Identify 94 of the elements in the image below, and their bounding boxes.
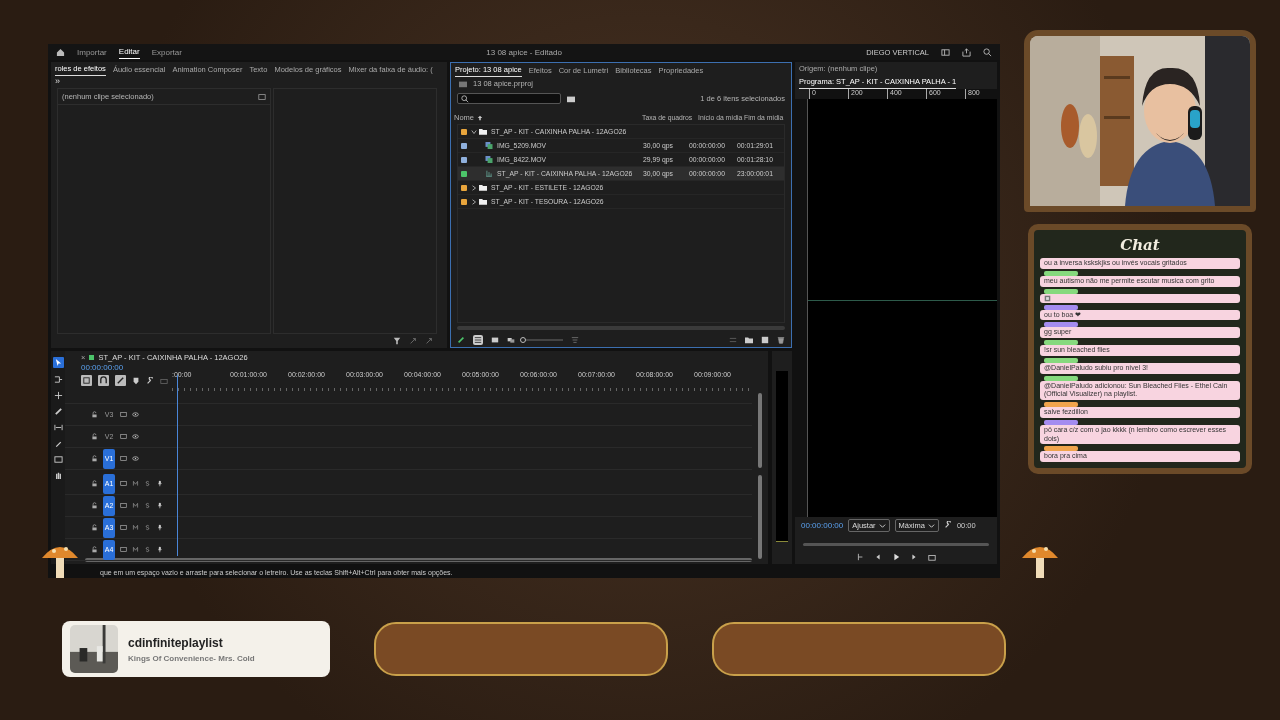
rectangle-icon[interactable] — [53, 455, 63, 464]
hand-icon[interactable] — [53, 471, 63, 480]
microphone-icon[interactable] — [156, 524, 163, 531]
export-frame-icon[interactable] — [928, 553, 936, 561]
search-field[interactable] — [457, 93, 561, 104]
chat-title: Chat — [1120, 236, 1160, 254]
scrollbar[interactable] — [85, 558, 752, 562]
disclosure-icon[interactable] — [471, 198, 477, 205]
mute-icon[interactable] — [132, 546, 139, 553]
new-item-icon[interactable] — [761, 336, 769, 344]
sync-lock-icon[interactable] — [120, 411, 127, 418]
track-select-icon[interactable] — [53, 375, 63, 384]
slider-thumb[interactable] — [520, 337, 526, 343]
sequence-icon — [485, 170, 493, 177]
sync-lock-icon[interactable] — [120, 524, 127, 531]
sync-lock-icon[interactable] — [120, 546, 127, 553]
snap-icon[interactable] — [98, 375, 109, 386]
solo-icon[interactable] — [144, 502, 151, 509]
lock-icon[interactable] — [91, 524, 98, 531]
emote-icon — [1044, 294, 1051, 302]
search-icon — [461, 94, 469, 103]
mute-icon[interactable] — [132, 524, 139, 531]
lock-icon[interactable] — [91, 455, 98, 462]
solo-icon[interactable] — [144, 546, 151, 553]
nest-icon[interactable] — [81, 375, 92, 386]
microphone-icon[interactable] — [156, 546, 163, 553]
export-icon[interactable] — [409, 337, 417, 345]
folder-icon[interactable] — [745, 336, 753, 344]
eye-icon[interactable] — [132, 455, 139, 462]
microphone-icon[interactable] — [156, 480, 163, 487]
video-clip-icon — [485, 142, 493, 149]
timecode[interactable]: 00:00:00:00 — [801, 520, 844, 530]
workspace-tab[interactable]: Importar — [77, 45, 107, 59]
list-view-icon[interactable] — [473, 335, 483, 345]
sort-icon[interactable] — [571, 336, 579, 344]
project-file-icon — [459, 79, 467, 88]
timecode[interactable]: 00:00:00:00 — [81, 363, 172, 372]
play-icon[interactable] — [892, 553, 900, 561]
microphone-icon[interactable] — [156, 502, 163, 509]
lock-icon[interactable] — [91, 480, 98, 487]
icon-view-icon[interactable] — [491, 336, 499, 344]
scrollbar[interactable] — [758, 393, 762, 468]
workspace-tab[interactable]: Editar — [118, 45, 140, 59]
step-back-icon[interactable] — [874, 553, 882, 561]
mute-icon[interactable] — [132, 502, 139, 509]
playlist-name: cdinfiniteplaylist — [128, 635, 224, 650]
new-bin-icon[interactable] — [567, 94, 575, 103]
sync-lock-icon[interactable] — [120, 455, 127, 462]
export-icon[interactable] — [425, 337, 433, 345]
window-title: 13 08 apice - Editado — [485, 47, 563, 57]
lock-icon[interactable] — [91, 546, 98, 553]
share-icon[interactable] — [962, 47, 971, 57]
more-tabs-button[interactable]: » — [55, 76, 60, 86]
panel-icon[interactable] — [941, 47, 950, 57]
ripple-edit-icon[interactable] — [53, 391, 63, 400]
wrench-icon[interactable] — [943, 521, 952, 529]
workspace-tab[interactable]: Exportar — [151, 45, 182, 59]
trash-icon[interactable] — [777, 336, 785, 344]
toggle-view-icon[interactable] — [258, 92, 266, 101]
selection-tool-icon[interactable] — [52, 357, 64, 368]
step-forward-icon[interactable] — [910, 553, 918, 561]
mute-icon[interactable] — [132, 480, 139, 487]
freeform-view-icon[interactable] — [507, 336, 515, 344]
solo-icon[interactable] — [144, 480, 151, 487]
wrench-icon[interactable] — [146, 376, 154, 385]
caret-icon — [927, 521, 935, 529]
lock-icon[interactable] — [91, 411, 98, 418]
mark-in-icon[interactable] — [856, 553, 864, 561]
track-name: Kings Of Convenience- Mrs. Cold — [128, 653, 255, 663]
pen-icon[interactable] — [53, 439, 63, 448]
sync-lock-icon[interactable] — [120, 502, 127, 509]
pencil-icon[interactable] — [457, 336, 465, 344]
solo-icon[interactable] — [144, 524, 151, 531]
lock-icon[interactable] — [91, 502, 98, 509]
disclosure-icon[interactable] — [471, 128, 477, 135]
eye-icon[interactable] — [132, 433, 139, 440]
slip-icon[interactable] — [53, 423, 63, 432]
sort-arrow-icon — [477, 114, 483, 121]
eye-icon[interactable] — [132, 411, 139, 418]
marker-icon[interactable] — [132, 376, 140, 385]
search-icon[interactable] — [983, 47, 992, 57]
sync-lock-icon[interactable] — [120, 480, 127, 487]
home-icon[interactable] — [56, 47, 65, 57]
caret-icon — [878, 521, 886, 529]
linked-selection-icon[interactable] — [115, 375, 126, 386]
razor-icon[interactable] — [53, 407, 63, 416]
sync-lock-icon[interactable] — [120, 433, 127, 440]
sequence-color-label — [89, 354, 95, 360]
disclosure-icon[interactable] — [471, 184, 477, 191]
scrollbar[interactable] — [758, 475, 762, 559]
lock-icon[interactable] — [91, 433, 98, 440]
folder-icon — [479, 128, 487, 135]
video-clip-icon — [485, 156, 493, 163]
filter-icon[interactable] — [393, 337, 401, 345]
